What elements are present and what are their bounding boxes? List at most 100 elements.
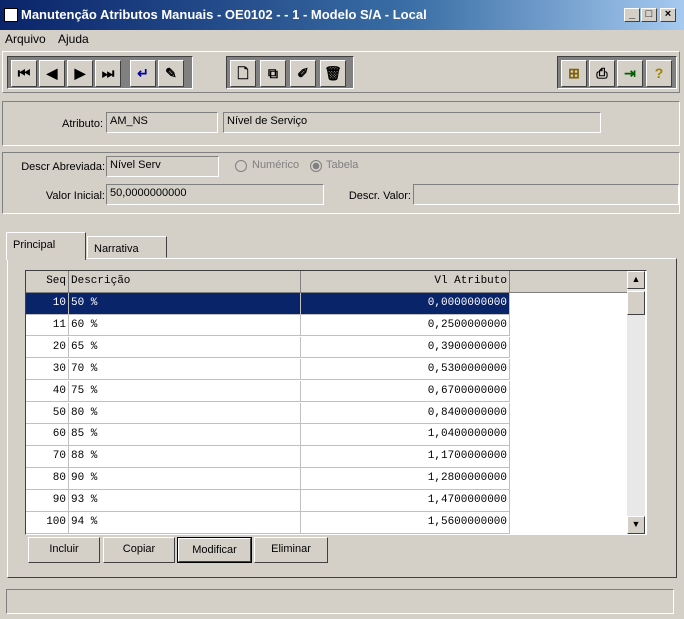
cell-seq: 10	[26, 293, 69, 314]
maximize-button[interactable]: □	[641, 8, 657, 22]
valor-inicial-field[interactable]: 50,0000000000	[106, 184, 324, 205]
atributo-code-field[interactable]: AM_NS	[106, 112, 218, 133]
cell-seq: 80	[26, 468, 69, 490]
table-row[interactable]: 100 94 % 1,5600000000	[26, 512, 510, 534]
cell-vl-atributo: 0,3900000000	[301, 336, 510, 358]
incluir-button[interactable]: Incluir	[28, 537, 100, 563]
toolbar-tools-group: ⊞ ⎙ ⇥ ?	[557, 56, 677, 89]
table-row[interactable]: 11 60 % 0,2500000000	[26, 314, 510, 337]
window-title: Manutenção Atributos Manuais - OE0102 - …	[21, 7, 427, 22]
minimize-button[interactable]: _	[624, 8, 640, 22]
cell-seq: 70	[26, 446, 69, 468]
cell-vl-atributo: 0,6700000000	[301, 380, 510, 402]
close-button[interactable]: ×	[660, 8, 676, 22]
cell-seq: 60	[26, 424, 69, 446]
table-row[interactable]: 70 88 % 1,1700000000	[26, 446, 510, 468]
tabela-radio[interactable]	[310, 160, 322, 172]
cell-descricao: 50 %	[69, 293, 301, 314]
cell-seq: 100	[26, 512, 69, 533]
details-panel: Descr Abreviada: Nível Serv Numérico Tab…	[2, 152, 680, 214]
prev-record-icon[interactable]: ◀	[39, 60, 65, 87]
new-icon[interactable]: 🗋	[230, 60, 256, 87]
toolbar-edit-group: 🗋 ⧉ ✐ 🗑	[226, 56, 354, 89]
scroll-down-icon[interactable]: ▼	[627, 516, 645, 534]
help-icon[interactable]: ?	[646, 60, 672, 87]
last-record-icon[interactable]: ⏭	[95, 60, 121, 87]
col-seq[interactable]: Seq	[26, 271, 69, 293]
menu-bar: Arquivo Ajuda	[0, 30, 684, 50]
cell-descricao: 60 %	[69, 314, 301, 336]
attribute-grid[interactable]: Seq Descrição Vl Atributo 10 50 % 0,000000…	[25, 270, 647, 535]
table-row[interactable]: 60 85 % 1,0400000000	[26, 424, 510, 446]
print-icon[interactable]: ⎙	[589, 60, 615, 87]
table-row[interactable]: 30 70 % 0,5300000000	[26, 358, 510, 381]
cell-seq: 50	[26, 402, 69, 424]
status-bar	[6, 589, 674, 614]
table-row[interactable]: 90 93 % 1,4700000000	[26, 490, 510, 512]
numerico-label: Numérico	[252, 159, 300, 171]
descr-abrev-field[interactable]: Nível Serv	[106, 156, 219, 177]
search-icon[interactable]: ✎	[158, 60, 184, 87]
table-row[interactable]: 10 50 % 0,0000000000	[26, 293, 510, 315]
exit-icon[interactable]: ⇥	[617, 60, 643, 87]
modificar-button[interactable]: Modificar	[177, 537, 252, 563]
descr-valor-field[interactable]	[413, 184, 679, 205]
cell-seq: 90	[26, 490, 69, 512]
cell-descricao: 93 %	[69, 490, 301, 512]
cell-seq: 40	[26, 380, 69, 402]
toolbar: ⏮ ◀ ▶ ⏭ ↵ ✎ 🗋 ⧉ ✐ 🗑 ⊞ ⎙ ⇥ ?	[2, 51, 680, 93]
cell-descricao: 94 %	[69, 512, 301, 533]
cell-descricao: 75 %	[69, 380, 301, 402]
col-descricao[interactable]: Descrição	[69, 271, 301, 293]
tabela-label: Tabela	[326, 159, 359, 171]
menu-ajuda[interactable]: Ajuda	[58, 32, 89, 46]
atributo-label: Atributo:	[62, 118, 103, 130]
col-vl-atributo[interactable]: Vl Atributo	[301, 271, 510, 293]
cell-seq: 20	[26, 336, 69, 358]
table-row[interactable]: 80 90 % 1,2800000000	[26, 468, 510, 490]
descr-valor-label: Descr. Valor:	[348, 190, 411, 202]
cell-vl-atributo: 1,2800000000	[301, 468, 510, 490]
cell-vl-atributo: 0,5300000000	[301, 358, 510, 380]
cell-vl-atributo: 1,0400000000	[301, 424, 510, 446]
table-row[interactable]: 50 80 % 0,8400000000	[26, 402, 510, 425]
grid-scrollbar[interactable]: ▲ ▼	[627, 271, 645, 534]
descr-abrev-label: Descr Abreviada:	[21, 161, 105, 173]
cell-vl-atributo: 0,8400000000	[301, 402, 510, 424]
next-record-icon[interactable]: ▶	[67, 60, 93, 87]
scroll-up-icon[interactable]: ▲	[627, 271, 645, 289]
cell-vl-atributo: 1,4700000000	[301, 490, 510, 512]
first-record-icon[interactable]: ⏮	[11, 60, 37, 87]
grid-header: Seq Descrição Vl Atributo	[26, 271, 627, 293]
grid-body: 10 50 % 0,0000000000 11 60 % 0,2500000000 20 65…	[26, 293, 627, 534]
cell-vl-atributo: 0,2500000000	[301, 314, 510, 336]
goto-icon[interactable]: ↵	[130, 60, 156, 87]
table-row[interactable]: 20 65 % 0,3900000000	[26, 336, 510, 359]
cell-descricao: 65 %	[69, 336, 301, 358]
scroll-thumb[interactable]	[627, 291, 645, 315]
atributo-panel: Atributo: AM_NS Nível de Serviço	[2, 101, 680, 146]
numerico-radio[interactable]	[235, 160, 247, 172]
tab-narrativa[interactable]: Narrativa	[87, 236, 167, 258]
tree-icon[interactable]: ⊞	[561, 60, 587, 87]
atributo-desc-field[interactable]: Nível de Serviço	[223, 112, 601, 133]
cell-descricao: 70 %	[69, 358, 301, 380]
cell-vl-atributo: 1,1700000000	[301, 446, 510, 468]
eliminar-button[interactable]: Eliminar	[254, 537, 328, 563]
delete-icon[interactable]: 🗑	[320, 60, 346, 87]
tab-principal[interactable]: Principal	[6, 232, 86, 260]
menu-arquivo[interactable]: Arquivo	[5, 32, 46, 46]
title-bar: Manutenção Atributos Manuais - OE0102 - …	[0, 0, 684, 30]
cell-descricao: 88 %	[69, 446, 301, 468]
cell-descricao: 90 %	[69, 468, 301, 490]
edit-icon[interactable]: ✐	[290, 60, 316, 87]
toolbar-nav-group: ⏮ ◀ ▶ ⏭ ↵ ✎	[7, 56, 193, 89]
table-row[interactable]: 40 75 % 0,6700000000	[26, 380, 510, 403]
valor-inicial-label: Valor Inicial:	[45, 190, 105, 202]
cell-descricao: 80 %	[69, 402, 301, 424]
copiar-button[interactable]: Copiar	[103, 537, 175, 563]
cell-descricao: 85 %	[69, 424, 301, 446]
cell-seq: 30	[26, 358, 69, 380]
cell-seq: 11	[26, 314, 69, 336]
copy-icon[interactable]: ⧉	[260, 60, 286, 87]
